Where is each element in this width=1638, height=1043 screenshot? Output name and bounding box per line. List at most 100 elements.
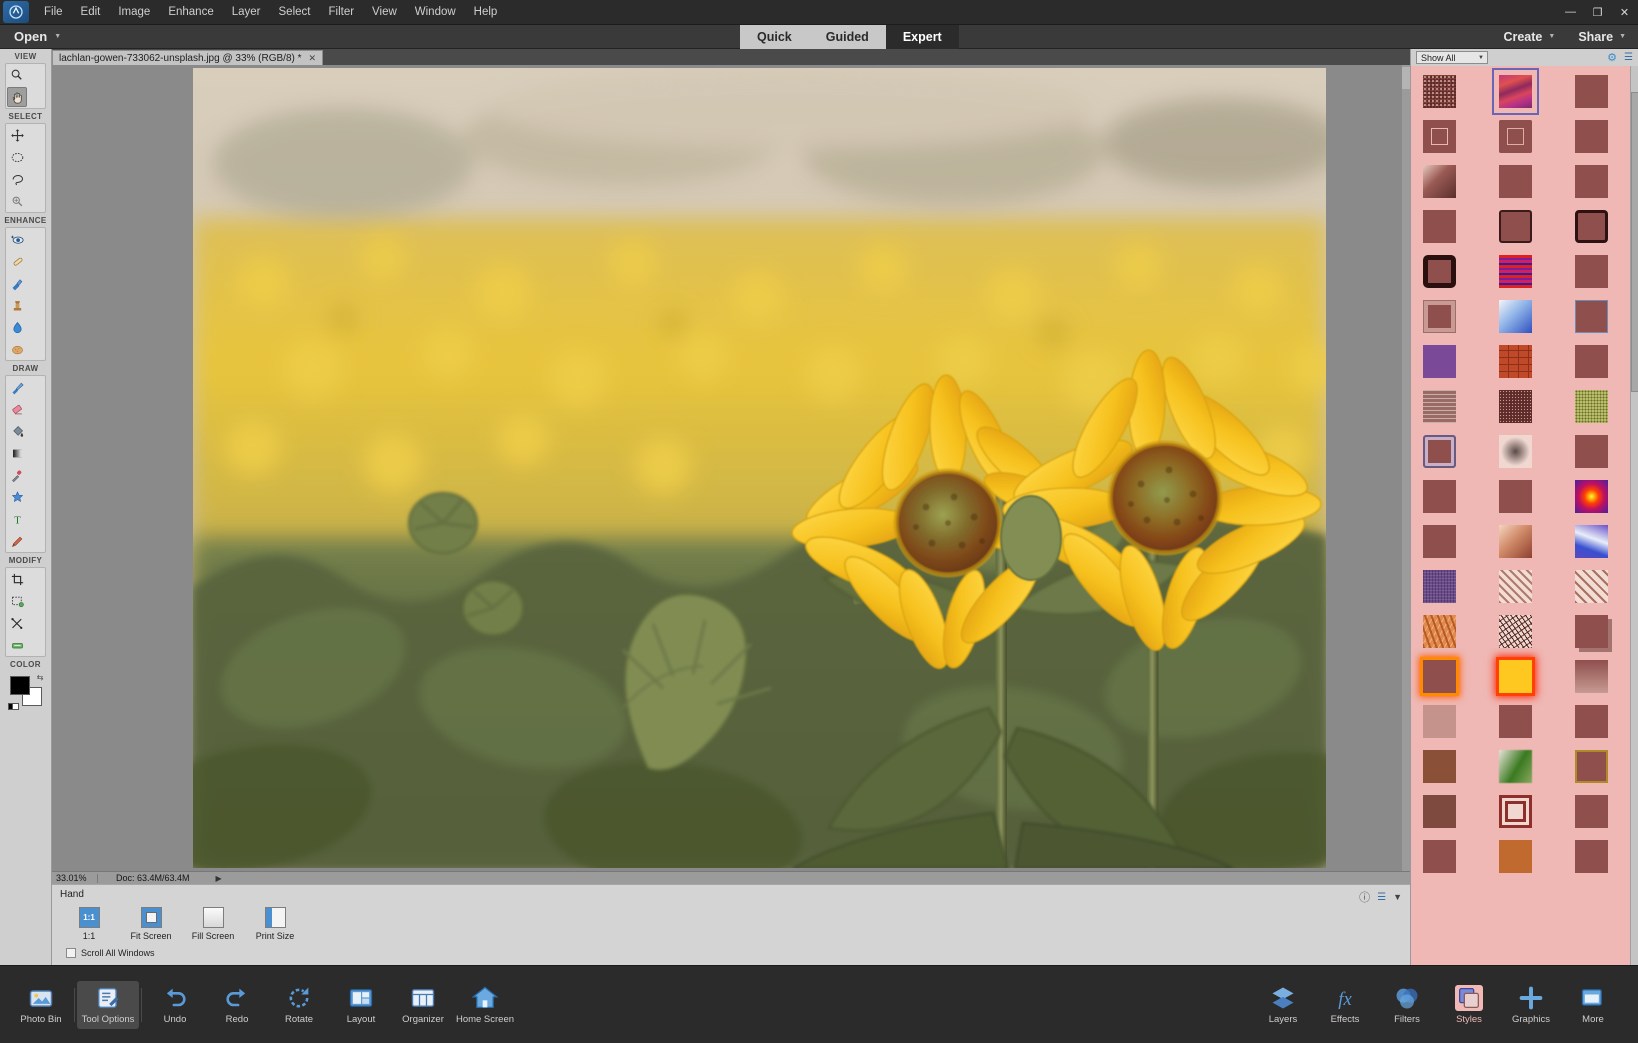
style-swatch-flat-maroon-m[interactable] [1499, 705, 1532, 738]
style-swatch-thick-dark-border[interactable] [1575, 210, 1608, 243]
taskbar-undo[interactable]: Undo [144, 981, 206, 1029]
marquee-tool[interactable] [7, 147, 27, 167]
taskbar-graphics[interactable]: Graphics [1500, 981, 1562, 1029]
style-swatch-nested-outline-square[interactable] [1499, 795, 1532, 828]
style-swatch-pale-bevel-frame[interactable] [1423, 300, 1456, 333]
style-swatch-blue-swirl[interactable] [1575, 525, 1608, 558]
mode-tab-guided[interactable]: Guided [808, 25, 886, 49]
style-swatch-soft-diagonal-glow[interactable] [1423, 165, 1456, 198]
brush-tool[interactable] [7, 377, 27, 397]
style-swatch-magenta-marble[interactable] [1492, 68, 1539, 115]
taskbar-organizer[interactable]: Organizer [392, 981, 454, 1029]
styles-scrollbar[interactable] [1630, 66, 1638, 965]
menu-file[interactable]: File [35, 2, 72, 22]
foreground-color-swatch[interactable] [9, 676, 30, 695]
style-swatch-flat-maroon-n[interactable] [1575, 705, 1608, 738]
style-swatch-vertical-fade[interactable] [1575, 660, 1608, 693]
eyedropper-tool[interactable] [7, 465, 27, 485]
style-swatch-flat-maroon-d[interactable] [1575, 165, 1608, 198]
photo-canvas[interactable] [193, 68, 1326, 868]
taskbar-tool-options[interactable]: Tool Options [77, 980, 139, 1029]
style-swatch-orange-flat[interactable] [1499, 840, 1532, 873]
style-swatch-flat-maroon-g[interactable] [1575, 300, 1608, 333]
style-swatch-noise-speckle-dark[interactable] [1423, 75, 1456, 108]
recompose-tool[interactable] [7, 613, 27, 633]
style-swatch-pale-diagonal-hatch[interactable] [1499, 570, 1532, 603]
menu-window[interactable]: Window [406, 2, 465, 22]
style-swatch-flat-maroon-o[interactable] [1575, 795, 1608, 828]
taskbar-more[interactable]: More [1562, 981, 1624, 1029]
menu-edit[interactable]: Edit [72, 2, 110, 22]
style-swatch-flat-brown-b[interactable] [1423, 795, 1456, 828]
style-swatch-thin-dark-border[interactable] [1499, 210, 1532, 243]
style-swatch-dark-speckle[interactable] [1499, 390, 1532, 423]
mode-tab-quick[interactable]: Quick [740, 25, 809, 49]
taskbar-home-screen[interactable]: Home Screen [454, 981, 516, 1029]
blur-tool[interactable] [7, 317, 27, 337]
style-swatch-flat-maroon-l[interactable] [1423, 525, 1456, 558]
style-swatch-peach-diagonal[interactable] [1499, 525, 1532, 558]
style-swatch-inner-square-outline[interactable] [1423, 120, 1456, 153]
style-swatch-flat-maroon-k[interactable] [1499, 480, 1532, 513]
spot-healing-tool[interactable] [7, 251, 27, 271]
clone-stamp-tool[interactable] [7, 295, 27, 315]
style-category-select[interactable]: Show All ▼ [1416, 51, 1488, 64]
zoom-preset-fit-screen[interactable]: Fit Screen [128, 907, 174, 941]
document-tab[interactable]: lachlan-gowen-733062-unsplash.jpg @ 33% … [52, 50, 324, 65]
style-swatch-drop-shadow-square[interactable] [1575, 615, 1608, 648]
style-swatch-olive-speckle[interactable] [1575, 390, 1608, 423]
scroll-all-windows-row[interactable]: Scroll All Windows [52, 941, 1410, 958]
style-swatch-flat-maroon-i[interactable] [1575, 435, 1608, 468]
swap-colors-icon[interactable]: ⇆ [37, 673, 44, 682]
cookie-cutter-tool[interactable] [7, 591, 27, 611]
zoom-preset-one-to-one[interactable]: 1:1 1:1 [66, 907, 112, 941]
minimize-button[interactable]: — [1557, 0, 1584, 25]
style-swatch-flat-maroon-q[interactable] [1575, 840, 1608, 873]
canvas-vertical-scrollbar[interactable] [1402, 65, 1410, 871]
menu-image[interactable]: Image [109, 2, 159, 22]
menu-enhance[interactable]: Enhance [159, 2, 222, 22]
eraser-tool[interactable] [7, 399, 27, 419]
style-swatch-flat-maroon-e[interactable] [1423, 210, 1456, 243]
taskbar-redo[interactable]: Redo [206, 981, 268, 1029]
menu-select[interactable]: Select [270, 2, 320, 22]
taskbar-effects[interactable]: fx Effects [1314, 981, 1376, 1029]
crop-tool[interactable] [7, 569, 27, 589]
pencil-tool[interactable] [7, 531, 27, 551]
menu-filter[interactable]: Filter [319, 2, 363, 22]
style-swatch-flat-maroon-b[interactable] [1575, 120, 1608, 153]
maximize-button[interactable]: ❐ [1584, 0, 1611, 25]
styles-swatch-grid[interactable] [1411, 66, 1631, 965]
zoom-preset-print-size[interactable]: Print Size [252, 907, 298, 941]
chevron-down-icon[interactable]: ▼ [1393, 892, 1402, 902]
gear-icon[interactable]: ⚙ [1607, 51, 1617, 64]
reset-colors-icon[interactable] [7, 697, 19, 715]
zoom-tool[interactable] [7, 65, 27, 85]
zoom-preset-fill-screen[interactable]: Fill Screen [190, 907, 236, 941]
style-swatch-double-bevel-frame[interactable] [1423, 435, 1456, 468]
help-question-icon[interactable]: ⓘ [1359, 889, 1370, 905]
scrollbar-thumb[interactable] [1402, 67, 1410, 89]
style-swatch-flat-maroon-j[interactable] [1423, 480, 1456, 513]
scroll-all-windows-checkbox[interactable] [66, 948, 76, 958]
share-button[interactable]: Share ▼ [1578, 30, 1626, 44]
close-icon[interactable]: ✕ [309, 53, 317, 64]
style-swatch-violet-flat[interactable] [1423, 345, 1456, 378]
quick-selection-tool[interactable] [7, 191, 27, 211]
open-button[interactable]: Open ▼ [14, 29, 61, 44]
paint-bucket-tool[interactable] [7, 421, 27, 441]
status-expand-icon[interactable]: ▶ [216, 874, 222, 883]
style-swatch-flat-maroon-c[interactable] [1499, 165, 1532, 198]
lasso-tool[interactable] [7, 169, 27, 189]
smart-brush-tool[interactable] [7, 273, 27, 293]
gradient-tool[interactable] [7, 443, 27, 463]
style-swatch-flat-maroon-f[interactable] [1575, 255, 1608, 288]
taskbar-styles[interactable]: Styles [1438, 981, 1500, 1029]
taskbar-photo-bin[interactable]: Photo Bin [10, 981, 72, 1029]
create-button[interactable]: Create ▼ [1503, 30, 1555, 44]
panel-menu-icon[interactable]: ☰ [1624, 52, 1633, 63]
content-aware-move-tool[interactable] [7, 635, 27, 655]
style-swatch-inner-rounded-outline[interactable] [1499, 120, 1532, 153]
style-swatch-brown-flat[interactable] [1423, 750, 1456, 783]
style-swatch-soft-radial-blob[interactable] [1499, 435, 1532, 468]
